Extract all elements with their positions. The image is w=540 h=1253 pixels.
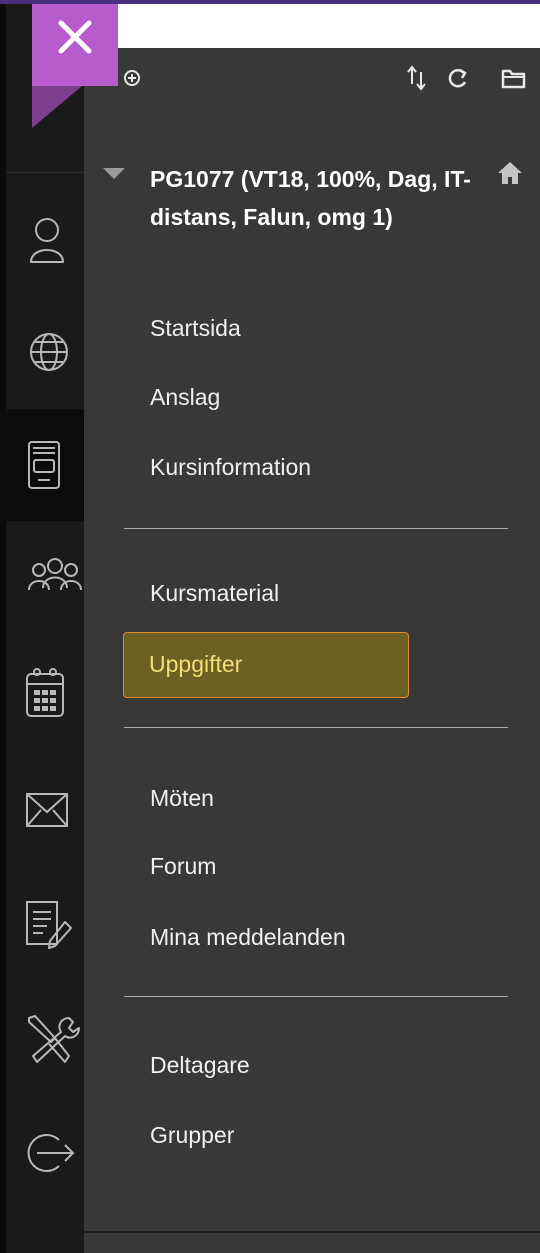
user-icon[interactable] (25, 212, 87, 263)
course-icon[interactable] (25, 440, 87, 489)
home-icon[interactable] (496, 160, 524, 186)
menu-item-kursinformation[interactable]: Kursinformation (150, 452, 311, 482)
icon-rail-edge (0, 4, 6, 1253)
edit-document-icon[interactable] (25, 900, 87, 949)
close-icon (58, 20, 92, 54)
menu-divider (124, 727, 508, 728)
course-title[interactable]: PG1077 (VT18, 100%, Dag, IT-distans, Fal… (150, 160, 490, 236)
menu-item-moten[interactable]: Möten (150, 783, 214, 813)
menu-item-uppgifter[interactable]: Uppgifter (123, 632, 409, 698)
group-icon[interactable] (25, 556, 87, 602)
logout-icon[interactable] (25, 1130, 87, 1176)
panel-bottom-border (84, 1231, 540, 1233)
menu-item-kursmaterial[interactable]: Kursmaterial (150, 578, 279, 608)
menu-item-grupper[interactable]: Grupper (150, 1120, 234, 1150)
menu-item-uppgifter-label: Uppgifter (149, 651, 243, 677)
top-header-area (118, 4, 540, 48)
sort-arrows-icon[interactable] (404, 64, 432, 92)
add-circle-icon[interactable] (120, 64, 148, 92)
folder-icon[interactable] (500, 64, 528, 92)
refresh-icon[interactable] (444, 64, 472, 92)
menu-item-startsida[interactable]: Startsida (150, 313, 241, 343)
rail-divider (6, 172, 84, 173)
calendar-icon[interactable] (25, 666, 87, 717)
close-button-pennant (32, 86, 82, 128)
menu-item-forum[interactable]: Forum (150, 851, 216, 881)
menu-item-deltagare[interactable]: Deltagare (150, 1050, 250, 1080)
mail-icon[interactable] (25, 790, 87, 836)
course-collapse-caret[interactable] (103, 168, 125, 179)
menu-item-anslag[interactable]: Anslag (150, 382, 220, 412)
menu-divider (124, 528, 508, 529)
tools-icon[interactable] (25, 1014, 87, 1063)
menu-divider (124, 996, 508, 997)
close-button[interactable] (32, 4, 118, 86)
globe-icon[interactable] (25, 330, 87, 376)
menu-item-mina-meddelanden[interactable]: Mina meddelanden (150, 922, 346, 952)
